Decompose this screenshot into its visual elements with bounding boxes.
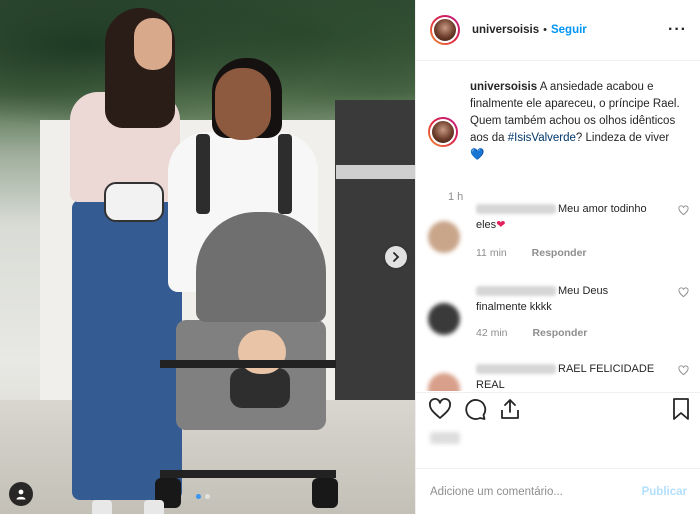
follow-button[interactable]: Seguir [551, 24, 587, 36]
next-photo-button[interactable] [385, 246, 407, 268]
caption-hashtag[interactable]: #IsisValverde [508, 132, 576, 144]
blue-heart-icon: 💙 [470, 149, 485, 161]
photo-stroller-frame [160, 470, 336, 478]
chevron-right-icon [393, 252, 400, 262]
add-comment-bar: Publicar [416, 468, 700, 514]
post-header: universoisis • Seguir ··· [416, 0, 700, 61]
photo-stroller-canopy [196, 212, 326, 322]
photo-person-right-face [215, 68, 271, 140]
user-tag-icon [16, 489, 26, 500]
comment-text: RAEL FELICIDADE REAL [476, 363, 655, 391]
photo-shoe [92, 500, 112, 514]
photo-stroller-wheel [312, 478, 338, 508]
heart-icon[interactable] [428, 397, 452, 421]
avatar[interactable] [428, 373, 460, 391]
comments-section[interactable]: universoisis A ansiedade acabou e finalm… [416, 61, 700, 391]
reply-button[interactable]: Responder [532, 327, 587, 339]
photo-shoe [144, 500, 164, 514]
caption-text: universoisis A ansiedade acabou e finalm… [470, 79, 684, 164]
comment-item: RAEL FELICIDADE REAL [428, 361, 693, 391]
caption-body-end: ? Lindeza de viver [575, 132, 670, 144]
photo-backpack-strap [196, 134, 210, 214]
red-heart-icon: ❤ [496, 219, 506, 231]
comment-text: Meu amor todinho eles❤ [476, 203, 647, 231]
photo-belt-bag [104, 182, 164, 222]
heart-icon[interactable] [678, 287, 689, 298]
username-link[interactable]: universoisis [472, 24, 539, 36]
post-side-panel: universoisis • Seguir ··· universoisis A… [415, 0, 700, 514]
reply-button[interactable]: Responder [532, 247, 587, 259]
comment-meta: 11 min Responder [476, 247, 587, 259]
photo-person-left-face [134, 18, 172, 70]
photo-counter-top [336, 165, 415, 179]
carousel-indicator [196, 494, 210, 499]
carousel-dot [205, 494, 210, 499]
comment-icon[interactable] [463, 397, 487, 421]
action-bar [416, 392, 700, 426]
comment-meta: 42 min Responder [476, 327, 587, 339]
photo-stroller-frame [160, 360, 336, 368]
more-options-icon[interactable]: ··· [668, 21, 687, 39]
blurred-username [476, 364, 556, 375]
blurred-username [476, 204, 556, 215]
blurred-likes [430, 432, 460, 444]
comment-text: Meu Deus finalmente kkkk [476, 285, 609, 313]
post-photo[interactable] [0, 0, 415, 514]
share-icon[interactable] [498, 397, 522, 421]
post-comment-button[interactable]: Publicar [642, 486, 687, 498]
carousel-dot-active [196, 494, 201, 499]
heart-icon[interactable] [678, 365, 689, 376]
photo-baby-body [230, 368, 290, 408]
avatar[interactable] [428, 117, 458, 147]
photo-person-left-jeans [72, 200, 182, 500]
avatar[interactable] [428, 303, 460, 335]
heart-icon[interactable] [678, 205, 689, 216]
bookmark-icon[interactable] [669, 397, 693, 421]
avatar[interactable] [430, 15, 460, 45]
header-separator: • [543, 24, 547, 36]
photo-backpack-strap [278, 134, 292, 214]
avatar[interactable] [428, 221, 460, 253]
comment-item: Meu amor todinho eles❤ 11 min Responder [428, 201, 693, 271]
caption-username[interactable]: universoisis [470, 81, 537, 93]
user-tag-button[interactable] [9, 482, 33, 506]
comment-time: 11 min [476, 247, 507, 259]
comment-item: Meu Deus finalmente kkkk 42 min Responde… [428, 283, 693, 353]
comment-input[interactable] [430, 485, 642, 498]
comment-time: 42 min [476, 327, 508, 339]
blurred-username [476, 286, 556, 297]
